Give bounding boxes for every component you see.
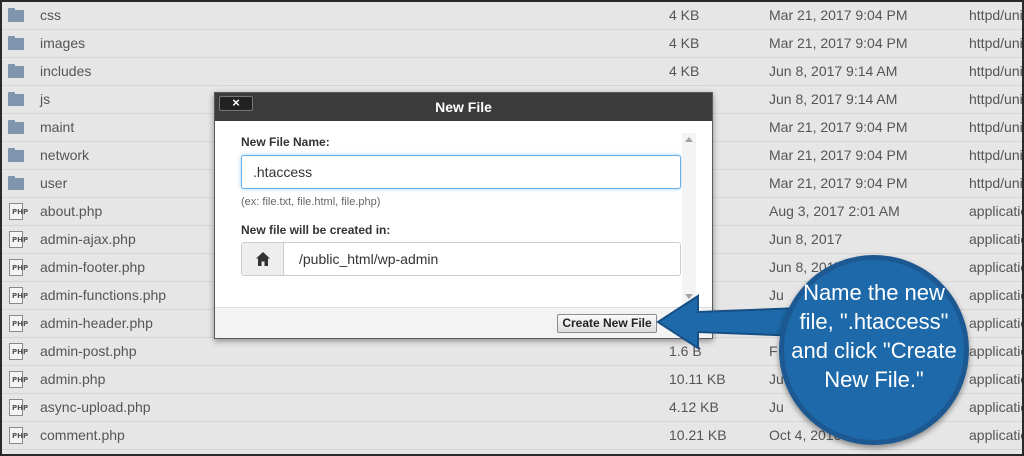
file-name[interactable]: images xyxy=(40,35,85,51)
file-name[interactable]: admin-functions.php xyxy=(40,287,166,303)
file-name[interactable]: comment.php xyxy=(40,427,125,443)
file-date: Jun 8, 2017 9:14 AM xyxy=(769,63,898,79)
file-type: httpd/uni xyxy=(969,35,1023,51)
php-file-icon: PHP xyxy=(7,259,28,276)
dialog-title: New File xyxy=(435,99,492,115)
file-type: applicatio xyxy=(969,371,1024,387)
file-name[interactable]: admin.php xyxy=(40,371,105,387)
location-path: /public_html/wp-admin xyxy=(299,251,439,267)
file-size: 10.21 KB xyxy=(669,427,727,443)
file-type: applicatio xyxy=(969,343,1024,359)
php-file-icon: PHP xyxy=(7,315,28,332)
php-file-icon: PHP xyxy=(7,371,28,388)
dialog-footer: Create New File xyxy=(215,307,712,338)
file-date: Ju xyxy=(769,399,784,415)
php-file-icon: PHP xyxy=(7,203,28,220)
file-type: applicatio xyxy=(969,315,1024,331)
php-file-icon: PHP xyxy=(7,399,28,416)
file-type: applicatio xyxy=(969,399,1024,415)
folder-icon xyxy=(7,35,25,51)
file-name[interactable]: includes xyxy=(40,63,91,79)
file-date: Mar 21, 2017 9:04 PM xyxy=(769,175,908,191)
dialog-header: × New File xyxy=(215,93,712,121)
file-name-label: New File Name: xyxy=(241,135,330,149)
file-date: Mar 21, 2017 9:04 PM xyxy=(769,147,908,163)
folder-icon xyxy=(7,63,25,79)
file-date: Mar 21, 2017 9:04 PM xyxy=(769,7,908,23)
file-date: Jun 8, 2017 9:14 AM xyxy=(769,91,898,107)
file-name[interactable]: async-upload.php xyxy=(40,399,151,415)
folder-icon xyxy=(7,147,25,163)
file-size: 10.11 KB xyxy=(669,371,726,387)
file-name-hint: (ex: file.txt, file.html, file.php) xyxy=(241,196,381,208)
file-name[interactable]: network xyxy=(40,147,89,163)
file-name[interactable]: admin-header.php xyxy=(40,315,153,331)
folder-icon xyxy=(7,91,25,107)
file-type: httpd/uni xyxy=(969,175,1023,191)
file-date: Jun 8, 2017 xyxy=(769,231,843,247)
php-file-icon: PHP xyxy=(7,427,28,444)
file-type: httpd/uni xyxy=(969,147,1023,163)
instruction-callout: Name the new file, ".htaccess" and click… xyxy=(779,255,969,445)
scroll-up-icon[interactable] xyxy=(685,137,693,142)
file-name[interactable]: js xyxy=(40,91,50,107)
file-size: 4 KB xyxy=(669,7,700,23)
dialog-body: New File Name: (ex: file.txt, file.html,… xyxy=(215,121,712,307)
file-type: httpd/uni xyxy=(969,91,1023,107)
dialog-scrollbar[interactable] xyxy=(682,133,696,303)
file-row[interactable]: images 4 KB Mar 21, 2017 9:04 PM httpd/uni xyxy=(2,30,1022,58)
file-name[interactable]: user xyxy=(40,175,67,191)
file-type: applicatio xyxy=(969,287,1024,303)
file-name[interactable]: admin-post.php xyxy=(40,343,137,359)
folder-icon xyxy=(7,7,25,23)
file-size: 4 KB xyxy=(669,63,700,79)
file-type: httpd/uni xyxy=(969,7,1023,23)
file-type: applicatio xyxy=(969,259,1024,275)
file-name[interactable]: maint xyxy=(40,119,74,135)
folder-icon xyxy=(7,175,25,191)
file-row[interactable]: css 4 KB Mar 21, 2017 9:04 PM httpd/uni xyxy=(2,2,1022,30)
file-date: Aug 3, 2017 2:01 AM xyxy=(769,203,900,219)
location-label: New file will be created in: xyxy=(241,223,391,237)
home-icon xyxy=(256,252,270,266)
file-type: httpd/uni xyxy=(969,63,1023,79)
file-name[interactable]: admin-ajax.php xyxy=(40,231,136,247)
file-type: httpd/uni xyxy=(969,119,1023,135)
location-field: /public_html/wp-admin xyxy=(241,242,681,276)
file-date: Mar 21, 2017 9:04 PM xyxy=(769,119,908,135)
file-type: applicatio xyxy=(969,203,1024,219)
file-name[interactable]: about.php xyxy=(40,203,102,219)
callout-text: Name the new file, ".htaccess" and click… xyxy=(791,280,957,392)
home-addon xyxy=(242,243,284,275)
file-name[interactable]: admin-footer.php xyxy=(40,259,145,275)
file-row[interactable]: includes 4 KB Jun 8, 2017 9:14 AM httpd/uni xyxy=(2,58,1022,86)
php-file-icon: PHP xyxy=(7,343,28,360)
php-file-icon: PHP xyxy=(7,287,28,304)
create-new-file-button[interactable]: Create New File xyxy=(557,314,657,333)
file-size: 4.12 KB xyxy=(669,399,719,415)
file-name[interactable]: css xyxy=(40,7,61,23)
php-file-icon: PHP xyxy=(7,231,28,248)
file-type: applicatio xyxy=(969,427,1024,443)
folder-icon xyxy=(7,119,25,135)
file-size: 4 KB xyxy=(669,35,700,51)
file-name-input[interactable] xyxy=(241,155,681,189)
file-type: applicatio xyxy=(969,231,1024,247)
file-date: Mar 21, 2017 9:04 PM xyxy=(769,35,908,51)
new-file-dialog: × New File New File Name: (ex: file.txt,… xyxy=(214,92,713,339)
